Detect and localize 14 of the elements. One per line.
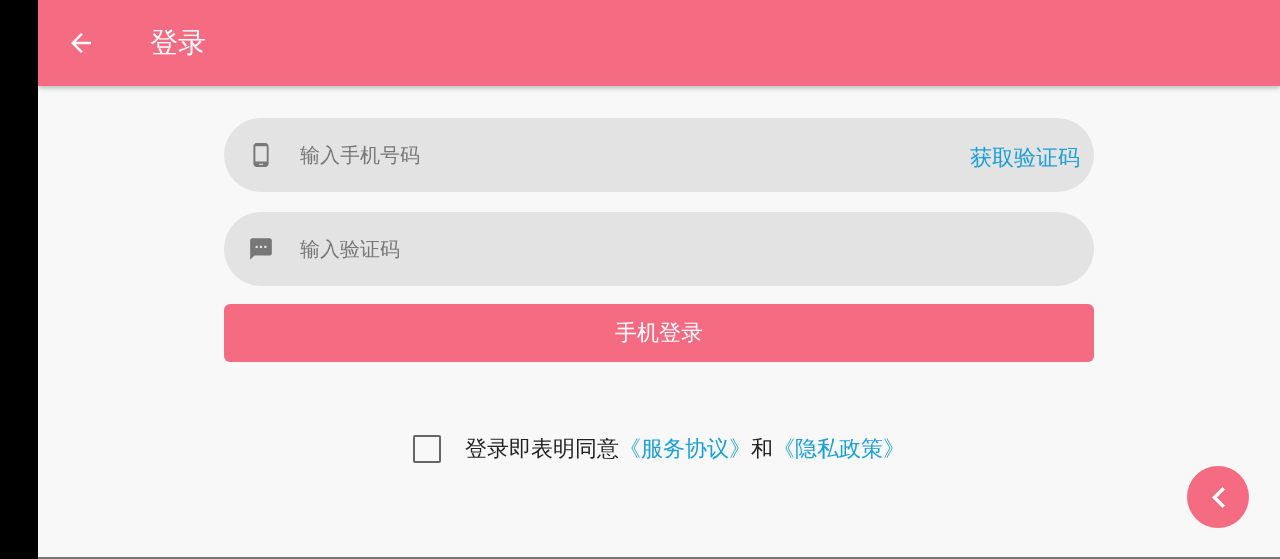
chevron-left-icon bbox=[1211, 486, 1225, 508]
login-button[interactable]: 手机登录 bbox=[224, 304, 1094, 362]
phone-input-field[interactable]: 输入手机号码 获取验证码 bbox=[224, 118, 1094, 192]
privacy-link[interactable]: 《隐私政策》 bbox=[773, 434, 905, 464]
agreement-text: 登录即表明同意 bbox=[465, 435, 619, 463]
code-input-field[interactable]: 输入验证码 bbox=[224, 212, 1094, 286]
get-code-link[interactable]: 获取验证码 bbox=[970, 143, 1080, 173]
agreement-checkbox[interactable] bbox=[413, 435, 441, 463]
page-title: 登录 bbox=[150, 25, 206, 61]
phone-number-input[interactable]: 输入手机号码 bbox=[298, 142, 970, 168]
conjunction-text: 和 bbox=[751, 435, 773, 463]
message-icon bbox=[248, 236, 274, 262]
terms-link[interactable]: 《服务协议》 bbox=[619, 434, 751, 464]
verification-code-input[interactable]: 输入验证码 bbox=[298, 236, 1094, 262]
